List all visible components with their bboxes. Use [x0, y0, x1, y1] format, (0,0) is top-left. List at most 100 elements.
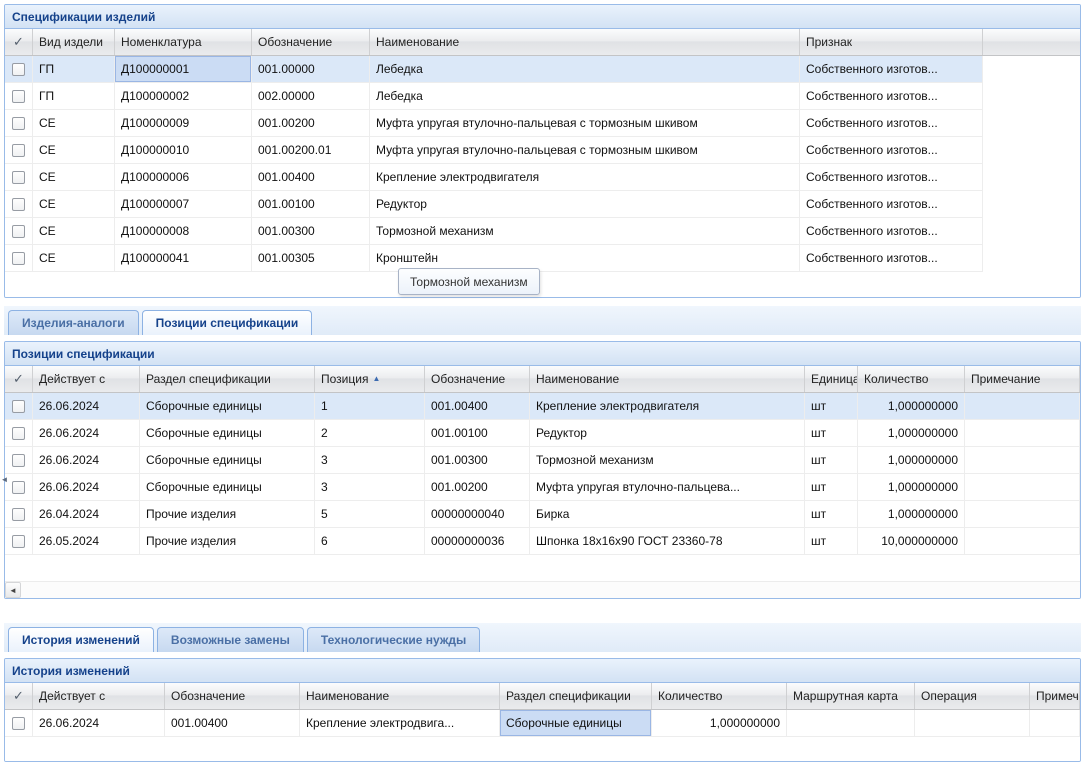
table-cell[interactable]: Прочие изделия [140, 528, 315, 554]
table-cell[interactable] [1030, 710, 1080, 736]
column-header[interactable]: Количество [652, 683, 787, 709]
table-cell[interactable]: Собственного изготов... [800, 218, 983, 244]
table-cell[interactable] [965, 501, 1080, 527]
column-header[interactable]: Раздел спецификации [140, 366, 315, 392]
row-checkbox[interactable] [12, 252, 25, 265]
table-cell[interactable] [965, 420, 1080, 446]
positions-tabstrip-tab-0[interactable]: Изделия-аналоги [8, 310, 139, 335]
table-cell[interactable]: 001.00305 [252, 245, 370, 271]
table-cell[interactable]: 10,000000000 [858, 528, 965, 554]
column-header[interactable]: Действует с [33, 366, 140, 392]
table-cell[interactable]: 00000000040 [425, 501, 530, 527]
row-checkbox[interactable] [12, 535, 25, 548]
table-cell[interactable] [965, 393, 1080, 419]
table-cell[interactable]: Собственного изготов... [800, 83, 983, 109]
table-cell[interactable]: шт [805, 501, 858, 527]
row-checkbox[interactable] [12, 508, 25, 521]
table-row[interactable]: 26.06.2024Сборочные единицы2001.00100Ред… [5, 420, 1080, 447]
column-header[interactable]: Номенклатура [115, 29, 252, 55]
table-cell[interactable]: 26.06.2024 [33, 447, 140, 473]
history-tabstrip-tab-0[interactable]: История изменений [8, 627, 154, 652]
column-header[interactable]: Операция [915, 683, 1030, 709]
column-header[interactable]: Наименование [530, 366, 805, 392]
collapse-left-icon[interactable]: ◄ [0, 466, 9, 492]
column-header[interactable]: Маршрутная карта [787, 683, 915, 709]
table-cell[interactable]: Д100000009 [115, 110, 252, 136]
table-cell[interactable]: 1 [315, 393, 425, 419]
table-row[interactable]: 26.04.2024Прочие изделия500000000040Бирк… [5, 501, 1080, 528]
table-cell[interactable]: Муфта упругая втулочно-пальцевая с тормо… [370, 110, 800, 136]
table-cell[interactable]: Тормозной механизм [530, 447, 805, 473]
table-cell[interactable]: Собственного изготов... [800, 245, 983, 271]
table-cell[interactable]: СЕ [33, 191, 115, 217]
row-checkbox[interactable] [12, 225, 25, 238]
table-cell[interactable] [965, 474, 1080, 500]
select-all-header[interactable]: ✓ [5, 29, 33, 55]
table-cell[interactable]: 26.06.2024 [33, 393, 140, 419]
table-cell[interactable]: Д100000002 [115, 83, 252, 109]
row-checkbox[interactable] [12, 144, 25, 157]
table-row[interactable]: СЕД100000010001.00200.01Муфта упругая вт… [5, 137, 983, 164]
table-cell[interactable] [965, 447, 1080, 473]
row-checkbox[interactable] [12, 717, 25, 730]
table-cell[interactable]: 001.00000 [252, 56, 370, 82]
table-cell[interactable]: 001.00400 [425, 393, 530, 419]
table-cell[interactable]: 26.06.2024 [33, 474, 140, 500]
table-cell[interactable]: 001.00200 [425, 474, 530, 500]
table-cell[interactable]: шт [805, 447, 858, 473]
table-cell[interactable]: Муфта упругая втулочно-пальцева... [530, 474, 805, 500]
table-cell[interactable]: Д100000001 [115, 56, 252, 82]
table-cell[interactable]: 002.00000 [252, 83, 370, 109]
table-cell[interactable]: Д100000007 [115, 191, 252, 217]
table-cell[interactable]: СЕ [33, 164, 115, 190]
history-tabstrip-tab-2[interactable]: Технологические нужды [307, 627, 480, 652]
table-cell[interactable]: 1,000000000 [858, 474, 965, 500]
table-cell[interactable]: 001.00100 [425, 420, 530, 446]
table-cell[interactable]: Собственного изготов... [800, 110, 983, 136]
table-cell[interactable]: Прочие изделия [140, 501, 315, 527]
table-cell[interactable]: Д100000041 [115, 245, 252, 271]
table-cell[interactable]: Собственного изготов... [800, 137, 983, 163]
table-cell[interactable]: 001.00200.01 [252, 137, 370, 163]
table-row[interactable]: СЕД100000006001.00400Крепление электродв… [5, 164, 983, 191]
table-cell[interactable]: Тормозной механизм [370, 218, 800, 244]
table-row[interactable]: 26.06.2024001.00400Крепление электродвиг… [5, 710, 1080, 737]
column-header[interactable]: Вид издели [33, 29, 115, 55]
table-cell[interactable]: 001.00300 [252, 218, 370, 244]
column-header[interactable]: Примечание [1030, 683, 1080, 709]
column-header[interactable]: Наименование [370, 29, 800, 55]
table-cell[interactable]: Д100000006 [115, 164, 252, 190]
table-cell[interactable]: 26.04.2024 [33, 501, 140, 527]
column-header[interactable]: Признак [800, 29, 983, 55]
row-checkbox[interactable] [12, 481, 25, 494]
table-row[interactable]: 26.06.2024Сборочные единицы3001.00300Тор… [5, 447, 1080, 474]
table-cell[interactable]: 001.00200 [252, 110, 370, 136]
table-cell[interactable]: Сборочные единицы [500, 710, 652, 736]
table-cell[interactable]: Д100000008 [115, 218, 252, 244]
table-cell[interactable]: шт [805, 528, 858, 554]
column-header[interactable]: Обозначение [165, 683, 300, 709]
table-cell[interactable]: Крепление электродвига... [300, 710, 500, 736]
table-cell[interactable] [787, 710, 915, 736]
table-cell[interactable]: 3 [315, 474, 425, 500]
table-cell[interactable]: Бирка [530, 501, 805, 527]
table-cell[interactable]: Д100000010 [115, 137, 252, 163]
table-cell[interactable]: Собственного изготов... [800, 191, 983, 217]
table-cell[interactable]: шт [805, 420, 858, 446]
table-cell[interactable]: 00000000036 [425, 528, 530, 554]
hscroll-track[interactable]: ◄ [5, 581, 1080, 598]
column-header[interactable]: Позиция▲ [315, 366, 425, 392]
table-cell[interactable]: Крепление электродвигателя [370, 164, 800, 190]
table-cell[interactable]: 1,000000000 [858, 420, 965, 446]
table-cell[interactable] [915, 710, 1030, 736]
table-cell[interactable]: 3 [315, 447, 425, 473]
table-cell[interactable]: Крепление электродвигателя [530, 393, 805, 419]
table-cell[interactable]: 1,000000000 [858, 447, 965, 473]
table-row[interactable]: СЕД100000009001.00200Муфта упругая втуло… [5, 110, 983, 137]
table-cell[interactable] [965, 528, 1080, 554]
table-row[interactable]: 26.05.2024Прочие изделия600000000036Шпон… [5, 528, 1080, 555]
row-checkbox[interactable] [12, 63, 25, 76]
column-header[interactable]: Наименование [300, 683, 500, 709]
column-header[interactable]: Раздел спецификации [500, 683, 652, 709]
row-checkbox[interactable] [12, 427, 25, 440]
